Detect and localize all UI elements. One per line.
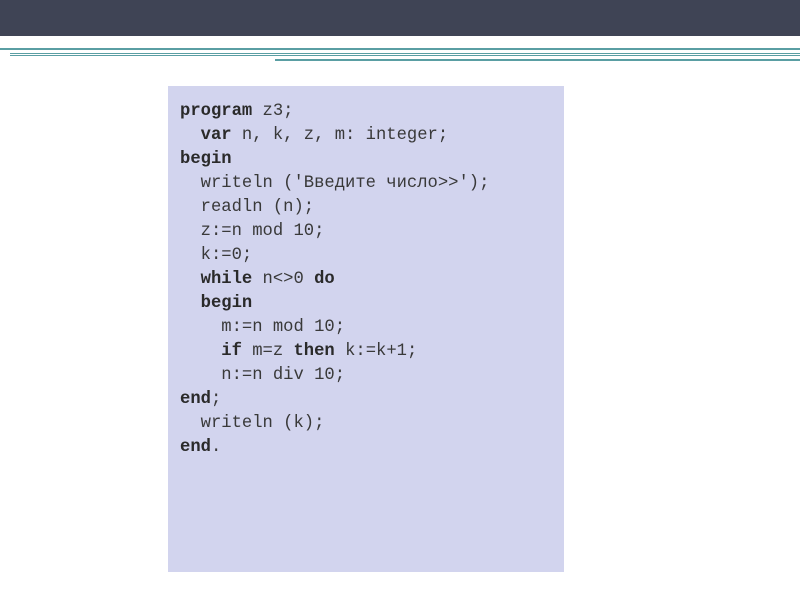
code-token: m:=n mod 10;	[180, 318, 345, 337]
rule-line	[0, 48, 800, 50]
code-token	[180, 342, 221, 361]
rule-line	[275, 59, 800, 61]
keyword-token: program	[180, 102, 263, 121]
code-token: n<>0	[263, 270, 315, 289]
keyword-token: var	[201, 126, 242, 145]
code-token: writeln (k);	[180, 414, 324, 433]
code-token: n:=n div 10;	[180, 366, 345, 385]
code-token: z3;	[263, 102, 294, 121]
code-token	[180, 270, 201, 289]
code-token: k:=k+1;	[345, 342, 417, 361]
keyword-token: if	[221, 342, 252, 361]
keyword-token: then	[293, 342, 345, 361]
rule-line	[10, 53, 800, 56]
keyword-token: end	[180, 438, 211, 457]
slide-header-bar	[0, 0, 800, 36]
code-token: m=z	[252, 342, 293, 361]
code-token: .	[211, 438, 221, 457]
code-token: z:=n mod 10;	[180, 222, 324, 241]
code-token: writeln ('Введите число>>');	[180, 174, 489, 193]
code-token: n, k, z, m: integer;	[242, 126, 448, 145]
keyword-token: begin	[180, 150, 232, 169]
code-token	[180, 126, 201, 145]
code-panel: program z3; var n, k, z, m: integer; beg…	[168, 86, 564, 572]
keyword-token: do	[314, 270, 335, 289]
keyword-token: while	[201, 270, 263, 289]
code-token: readln (n);	[180, 198, 314, 217]
keyword-token: end	[180, 390, 211, 409]
decorative-rules	[0, 48, 800, 61]
keyword-token: begin	[201, 294, 253, 313]
code-token: k:=0;	[180, 246, 252, 265]
code-listing: program z3; var n, k, z, m: integer; beg…	[180, 100, 554, 460]
code-token	[180, 294, 201, 313]
code-token: ;	[211, 390, 221, 409]
